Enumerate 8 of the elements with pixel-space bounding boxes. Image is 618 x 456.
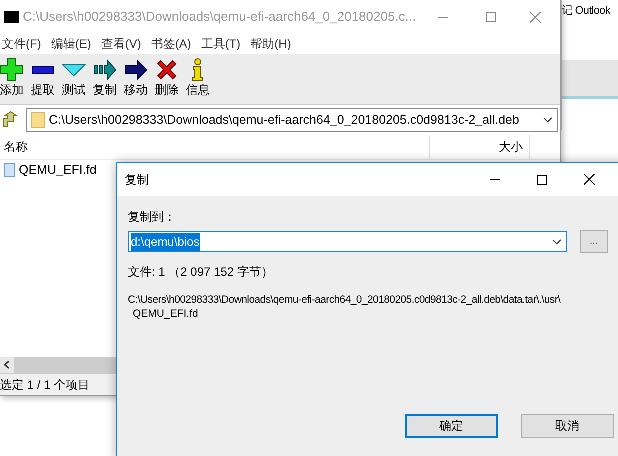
status-text: 选定 1 / 1 个项目 xyxy=(0,376,90,394)
window-title: 记 Outlook xyxy=(562,4,610,19)
file-info: 文件: 1 （2 097 152 字节） xyxy=(128,264,274,281)
source-path: QEMU_EFI.fd xyxy=(132,307,200,321)
window-title: C:\Users\h00298333\Downloads\qemu-efi-aarch64_0_20180205.c... xyxy=(23,8,416,26)
field-label: 复制到： xyxy=(128,209,177,226)
source-path: C:\Users\h00298333\Downloads\qemu-efi-aarch64_0_20180205.c0d9813c-2_all.deb\data.tar\.\usr\ xyxy=(128,293,562,307)
dialog-title: 复制 xyxy=(125,172,149,188)
